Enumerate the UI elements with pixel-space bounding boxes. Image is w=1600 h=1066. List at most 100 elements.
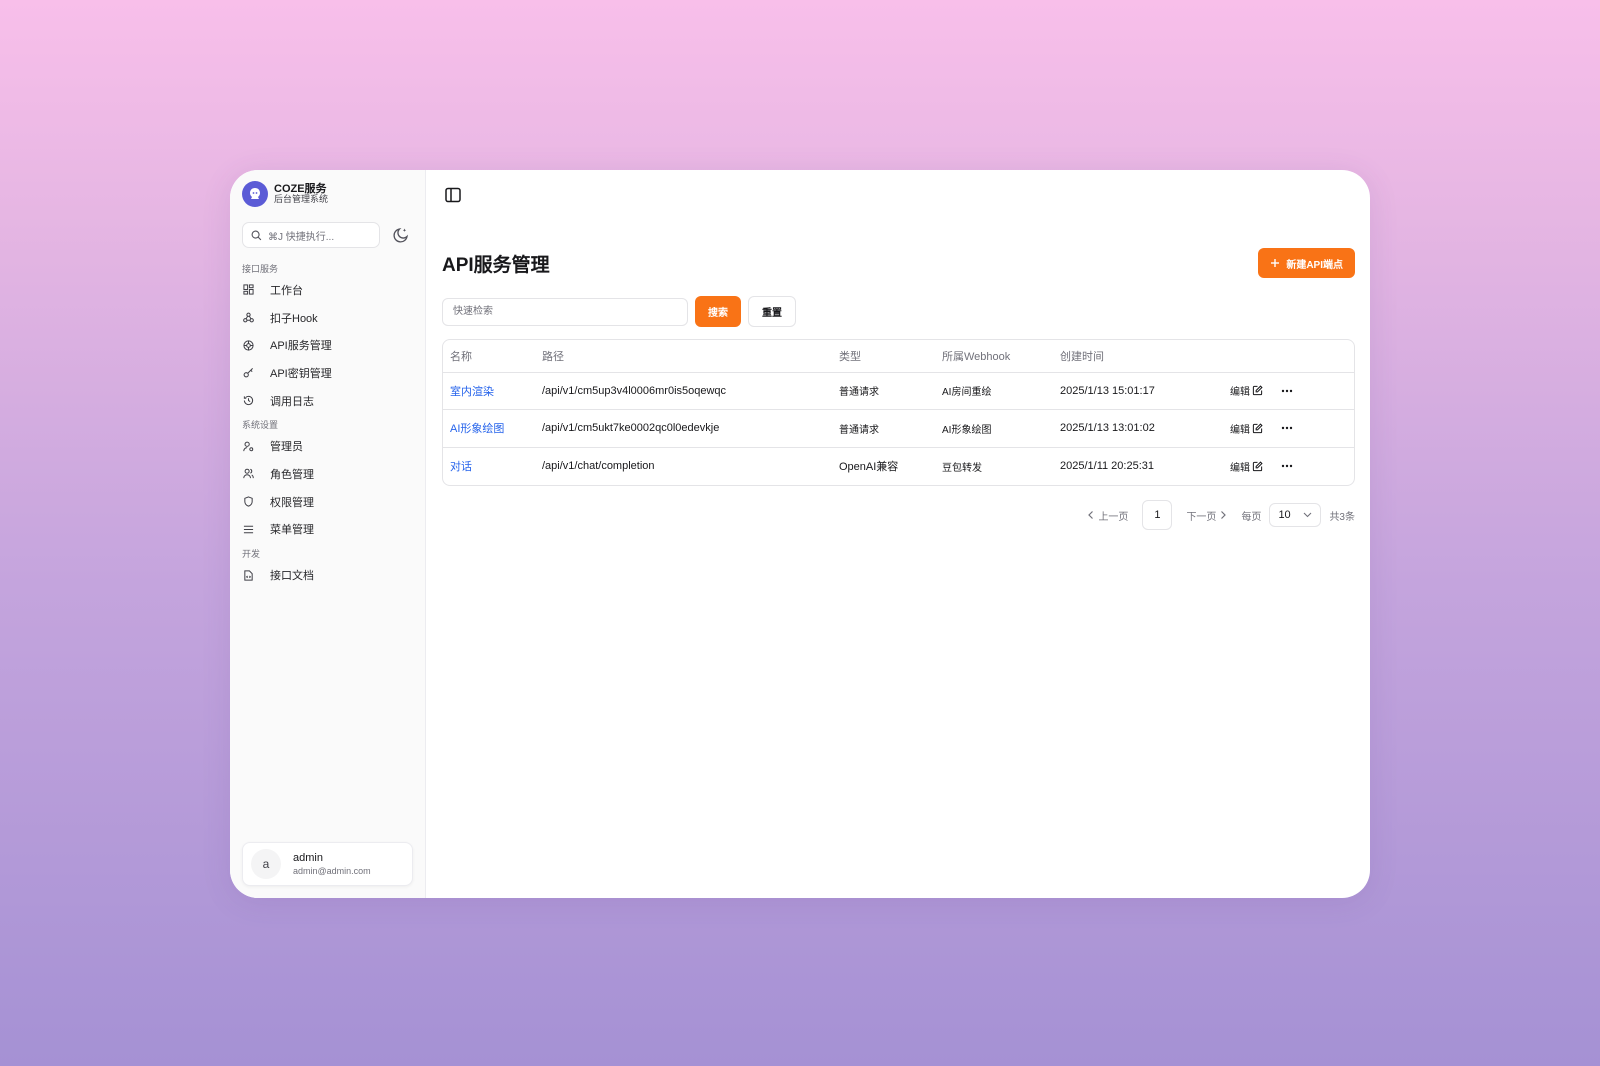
more-actions-button[interactable] (1278, 384, 1296, 398)
users-icon (242, 468, 254, 480)
endpoint-path: /api/v1/cm5up3v4l0006mr0is5oqewqc (535, 372, 832, 410)
brand[interactable]: COZE服务 后台管理系统 (242, 180, 413, 208)
api-icon (242, 339, 254, 351)
table-row: AI形象绘图 /api/v1/cm5ukt7ke0002qc0l0edevkje… (443, 409, 1354, 448)
table-row: 对话 /api/v1/chat/completion OpenAI兼容 豆包转发… (443, 447, 1354, 485)
page-number-button[interactable]: 1 (1142, 500, 1173, 530)
reset-button[interactable]: 重置 (748, 296, 796, 327)
edit-icon (1252, 385, 1263, 396)
sidebar-item-call-logs[interactable]: 调用日志 (242, 387, 413, 415)
column-header-name: 名称 (443, 340, 535, 373)
new-api-endpoint-label: 新建API端点 (1286, 259, 1343, 271)
column-header-type: 类型 (832, 340, 935, 373)
user-cog-icon (242, 440, 254, 452)
next-page-button[interactable]: 下一页 (1180, 508, 1233, 523)
table-header-row: 名称 路径 类型 所属Webhook 创建时间 (443, 340, 1354, 373)
endpoint-name-link[interactable]: 对话 (450, 461, 472, 473)
sidebar-item-menus[interactable]: 菜单管理 (242, 516, 413, 544)
nav-group-label-settings: 系统设置 (242, 420, 279, 431)
command-search[interactable]: ⌘J 快捷执行... (242, 222, 380, 248)
key-icon (242, 367, 254, 379)
endpoint-name-link[interactable]: 室内渲染 (450, 386, 494, 398)
history-icon (242, 395, 254, 407)
table-row: 室内渲染 /api/v1/cm5up3v4l0006mr0is5oqewqc 普… (443, 372, 1354, 410)
edit-button[interactable]: 编辑 (1230, 459, 1263, 474)
brand-subtitle: 后台管理系统 (274, 194, 329, 205)
endpoint-created: 2025/1/11 20:25:31 (1060, 460, 1154, 472)
sidebar-item-label: API服务管理 (270, 340, 332, 353)
column-header-webhook: 所属Webhook (935, 340, 1053, 373)
new-api-endpoint-button[interactable]: 新建API端点 (1258, 248, 1355, 278)
edit-icon (1252, 460, 1263, 471)
endpoint-created: 2025/1/13 15:01:17 (1053, 372, 1223, 410)
sidebar-item-label: 接口文档 (270, 570, 314, 583)
endpoint-webhook: AI房间重绘 (935, 372, 1053, 410)
page-size-select[interactable]: 10 (1269, 503, 1322, 527)
next-page-label: 下一页 (1186, 511, 1217, 523)
sidebar-item-admins[interactable]: 管理员 (242, 432, 413, 460)
sidebar-item-webhook[interactable]: 扣子Hook (242, 304, 413, 332)
sidebar-item-dashboard[interactable]: 工作台 (242, 276, 413, 304)
more-actions-button[interactable] (1278, 421, 1296, 435)
chevron-left-icon (1088, 511, 1094, 519)
per-page-label: 每页 (1241, 511, 1262, 523)
endpoint-created: 2025/1/13 13:01:02 (1053, 409, 1223, 448)
sidebar-item-roles[interactable]: 角色管理 (242, 460, 413, 488)
quick-search-input[interactable] (442, 297, 688, 326)
prev-page-label: 上一页 (1098, 511, 1129, 523)
sidebar-item-label: 扣子Hook (270, 312, 318, 325)
sidebar-item-label: 管理员 (270, 441, 303, 454)
sidebar-item-label: 权限管理 (270, 496, 314, 509)
sidebar-item-api-keys[interactable]: API密钥管理 (242, 359, 413, 387)
plus-icon (1271, 259, 1280, 267)
search-icon (251, 230, 262, 240)
column-header-created: 创建时间 (1053, 340, 1223, 373)
app-window: COZE服务 后台管理系统 ⌘J 快捷执行... 接口服务 工作台 扣子Hook… (230, 170, 1370, 898)
prev-page-button[interactable]: 上一页 (1081, 508, 1134, 523)
page-size-value: 10 (1278, 509, 1291, 521)
sidebar-item-api-docs[interactable]: 接口文档 (242, 561, 413, 589)
endpoint-type: 普通请求 (832, 409, 935, 448)
sidebar-item-label: 调用日志 (270, 395, 314, 408)
user-profile-card[interactable]: a admin admin@admin.com (242, 842, 413, 886)
command-search-placeholder: ⌘J 快捷执行... (268, 231, 335, 243)
edit-button[interactable]: 编辑 (1230, 421, 1263, 436)
sidebar-toggle-button[interactable] (444, 186, 462, 204)
sidebar-item-label: 角色管理 (270, 468, 314, 481)
edit-label: 编辑 (1230, 387, 1250, 399)
pagination: 上一页 1 下一页 每页 10 共3条 (1081, 500, 1355, 530)
ellipsis-icon (1281, 427, 1293, 430)
sidebar: COZE服务 后台管理系统 ⌘J 快捷执行... 接口服务 工作台 扣子Hook… (230, 170, 426, 898)
webhook-icon (242, 312, 254, 324)
endpoint-webhook: 豆包转发 (942, 462, 982, 474)
sidebar-item-label: 菜单管理 (270, 524, 314, 537)
edit-button[interactable]: 编辑 (1230, 383, 1263, 398)
total-count: 共3条 (1329, 511, 1355, 523)
sidebar-item-permissions[interactable]: 权限管理 (242, 488, 413, 516)
ellipsis-icon (1281, 389, 1293, 392)
chevron-right-icon (1221, 511, 1227, 519)
endpoint-name-link[interactable]: AI形象绘图 (450, 423, 504, 435)
more-actions-button[interactable] (1278, 459, 1296, 473)
menu-icon (242, 523, 254, 535)
api-table: 名称 路径 类型 所属Webhook 创建时间 室内渲染 /api/v1/cm5… (442, 339, 1355, 486)
file-code-icon (242, 569, 254, 581)
endpoint-path: /api/v1/chat/completion (542, 460, 655, 472)
user-email: admin@admin.com (293, 866, 371, 876)
search-button[interactable]: 搜索 (695, 296, 741, 327)
endpoint-path: /api/v1/cm5ukt7ke0002qc0l0edevkje (535, 409, 832, 448)
sidebar-item-api-service[interactable]: API服务管理 (242, 331, 413, 359)
edit-label: 编辑 (1230, 424, 1250, 436)
moon-icon (393, 228, 408, 243)
page-title: API服务管理 (442, 254, 550, 276)
brand-logo-icon (242, 181, 268, 207)
user-name: admin (293, 852, 323, 864)
endpoint-type: OpenAI兼容 (839, 461, 899, 473)
theme-toggle-button[interactable] (390, 224, 412, 246)
avatar: a (251, 849, 281, 879)
main-content: API服务管理 新建API端点 搜索 重置 名称 路径 类型 (426, 170, 1370, 898)
panel-left-icon (445, 187, 461, 203)
sidebar-item-label: 工作台 (270, 284, 303, 297)
ellipsis-icon (1281, 464, 1293, 468)
nav-group-label-dev: 开发 (242, 549, 261, 560)
